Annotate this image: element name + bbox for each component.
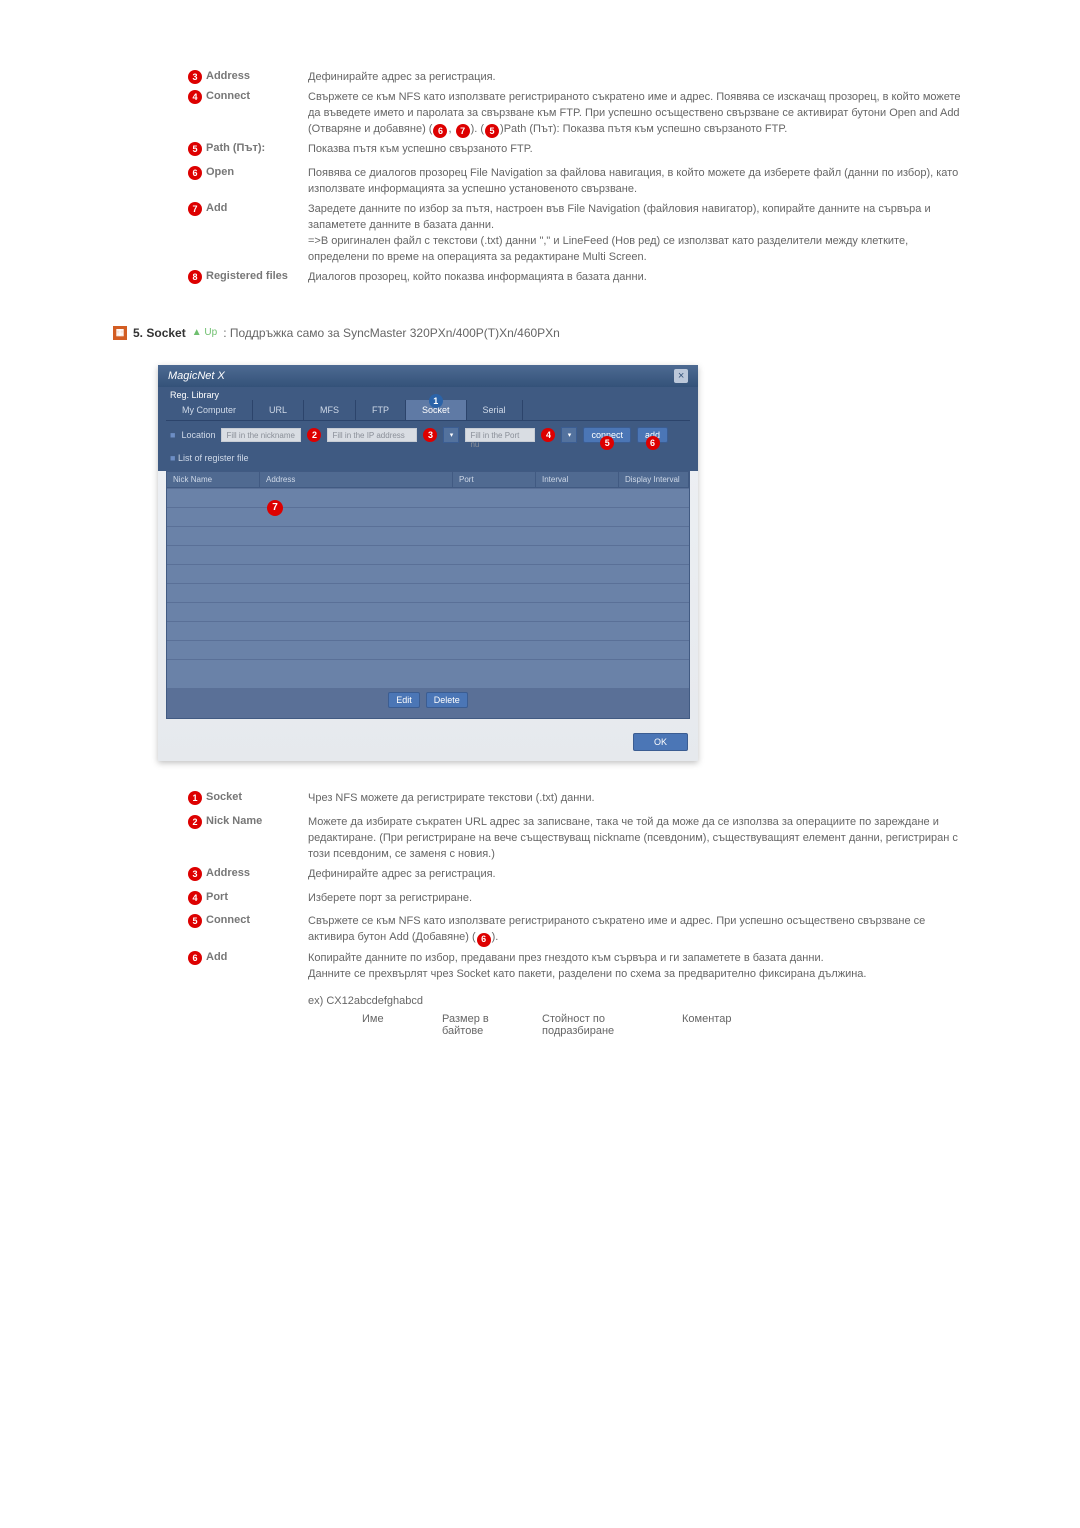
def-body: Появява се диалогов прозорец File Naviga…: [308, 166, 970, 198]
col-interval: Interval: [536, 472, 619, 487]
def-item: 4 Connect Свържете се към NFS като използ…: [188, 90, 970, 138]
num-badge: 6: [188, 166, 202, 180]
panel-tab-row: My Computer URL MFS FTP 1Socket Serial: [166, 400, 690, 421]
def-item: 3 Address Дефинирайте адрес за регистраци…: [188, 867, 970, 883]
section-icon: ▦: [113, 326, 127, 340]
def-body: Дефинирайте адрес за регистрация.: [308, 70, 970, 86]
col-address: Address: [260, 472, 453, 487]
callout-icon: 3: [423, 428, 437, 442]
def-label: Address: [206, 867, 250, 879]
def-body: Заредете данните по избор за пътя, настр…: [308, 202, 970, 266]
list-body: 7: [167, 488, 689, 688]
panel-title: MagicNet X: [168, 370, 225, 382]
tab-my-computer[interactable]: My Computer: [166, 400, 253, 420]
bullet-icon: ■: [170, 453, 175, 463]
bullet-icon: ■: [170, 430, 175, 440]
section-heading: ▦ 5. Socket ▲ Up : Поддръжка само за Syn…: [113, 326, 970, 340]
def-item: 5 Path (Път): Показва пътя към успешно св…: [188, 142, 970, 158]
def-label: Connect: [206, 914, 250, 926]
example-caption: ex) CX12abcdefghabcd: [308, 995, 970, 1007]
connect-button[interactable]: connect5: [583, 427, 631, 443]
def-item: 3 Address Дефинирайте адрес за регистраци…: [188, 70, 970, 86]
definition-list-1: 3 Address Дефинирайте адрес за регистраци…: [188, 70, 970, 286]
def-item: 1 Socket Чрез NFS можете да регистрирате …: [188, 791, 970, 807]
edit-button[interactable]: Edit: [388, 692, 420, 708]
def-label: Registered files: [206, 270, 288, 282]
def-label: Address: [206, 70, 250, 82]
def-item: 4 Port Изберете порт за регистриране.: [188, 891, 970, 907]
tab-socket[interactable]: 1Socket: [406, 400, 467, 420]
callout-icon: 5: [600, 436, 614, 450]
num-badge: 5: [188, 142, 202, 156]
col-display-interval: Display Interval: [619, 472, 689, 487]
register-file-table: Nick Name Address Port Interval Display …: [166, 471, 690, 719]
ip-input[interactable]: Fill in the IP address: [327, 428, 417, 442]
def-item: 8 Registered files Диалогов прозорец, кой…: [188, 270, 970, 286]
location-label: Location: [181, 430, 215, 440]
num-badge: 4: [188, 891, 202, 905]
tab-url[interactable]: URL: [253, 400, 304, 420]
ok-button[interactable]: OK: [633, 733, 688, 751]
tab-mfs[interactable]: MFS: [304, 400, 356, 420]
col-nick: Nick Name: [167, 472, 260, 487]
definition-list-2: 1 Socket Чрез NFS можете да регистрирате …: [188, 791, 970, 983]
callout-icon: 2: [307, 428, 321, 442]
def-body: Изберете порт за регистриране.: [308, 891, 970, 907]
num-badge: 5: [188, 914, 202, 928]
inline-ref-icon: 6: [433, 124, 447, 138]
def-body: Чрез NFS можете да регистрирате текстови…: [308, 791, 970, 807]
def-body: Свържете се към NFS като използвате реги…: [308, 90, 970, 138]
def-body: Можете да избирате съкратен URL адрес за…: [308, 815, 970, 863]
def-item: 6 Add Копирайте данните по избор, предава…: [188, 951, 970, 983]
inline-ref-icon: 5: [485, 124, 499, 138]
def-label: Socket: [206, 791, 242, 803]
callout-icon: 4: [541, 428, 555, 442]
num-badge: 7: [188, 202, 202, 216]
def-item: 2 Nick Name Можете да избирате съкратен U…: [188, 815, 970, 863]
num-badge: 4: [188, 90, 202, 104]
inline-ref-icon: 7: [456, 124, 470, 138]
def-body: Диалогов прозорец, който показва информа…: [308, 270, 970, 286]
list-label: List of register file: [178, 453, 249, 463]
nickname-input[interactable]: Fill in the nickname: [221, 428, 301, 442]
reg-library-panel: MagicNet X × Reg. Library My Computer UR…: [158, 365, 698, 761]
def-label: Add: [206, 202, 227, 214]
def-label: Connect: [206, 90, 250, 102]
example-table-header: Име Размер в байтове Стойност по подразб…: [362, 1013, 970, 1037]
def-label: Nick Name: [206, 815, 262, 827]
port-select[interactable]: ▾: [561, 427, 577, 443]
col-port: Port: [453, 472, 536, 487]
def-body: Показва пътя към успешно свързаното FTP.: [308, 142, 970, 158]
num-badge: 6: [188, 951, 202, 965]
def-label: Port: [206, 891, 228, 903]
tab-ftp[interactable]: FTP: [356, 400, 406, 420]
ip-select[interactable]: ▾: [443, 427, 459, 443]
num-badge: 8: [188, 270, 202, 284]
add-button[interactable]: add6: [637, 427, 668, 443]
num-badge: 3: [188, 70, 202, 84]
inline-ref-icon: 6: [477, 933, 491, 947]
num-badge: 3: [188, 867, 202, 881]
port-input[interactable]: Fill in the Port nu: [465, 428, 535, 442]
def-body: Свържете се към NFS като използвате реги…: [308, 914, 970, 946]
close-icon[interactable]: ×: [674, 369, 688, 383]
delete-button[interactable]: Delete: [426, 692, 468, 708]
num-badge: 2: [188, 815, 202, 829]
def-item: 5 Connect Свържете се към NFS като използ…: [188, 914, 970, 946]
def-item: 7 Add Заредете данните по избор за пътя, …: [188, 202, 970, 266]
callout-icon: 7: [267, 500, 283, 516]
callout-icon: 6: [646, 436, 660, 450]
callout-icon: 1: [429, 394, 443, 408]
def-item: 6 Open Появява се диалогов прозорец File …: [188, 166, 970, 198]
def-label: Path (Път):: [206, 142, 265, 154]
def-label: Add: [206, 951, 227, 963]
panel-subtab: Reg. Library: [166, 387, 690, 400]
def-body: Дефинирайте адрес за регистрация.: [308, 867, 970, 883]
tab-serial[interactable]: Serial: [467, 400, 523, 420]
def-body: Копирайте данните по избор, предавани пр…: [308, 951, 970, 983]
num-badge: 1: [188, 791, 202, 805]
up-link[interactable]: ▲ Up: [192, 327, 217, 338]
def-label: Open: [206, 166, 234, 178]
